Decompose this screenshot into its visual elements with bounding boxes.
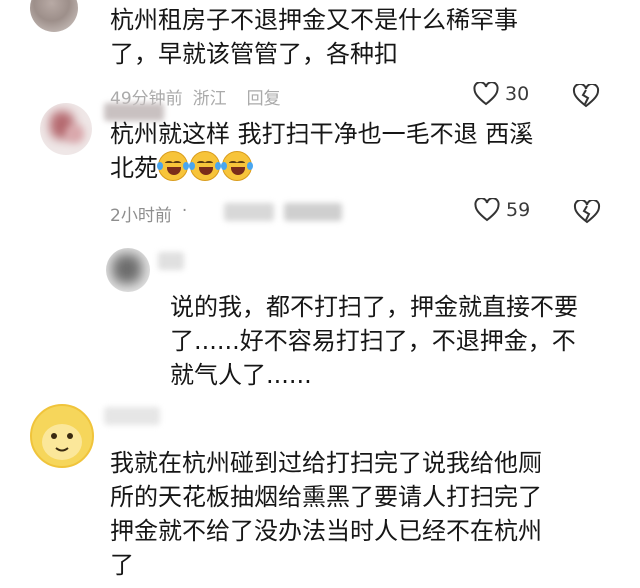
comment-text: 我就在杭州碰到过给打扫完了说我给他厕 所的天花板抽烟给熏黑了要请人打扫完了 押金… (110, 446, 610, 582)
comment-line: 我就在杭州碰到过给打扫完了说我给他厕 (110, 449, 542, 477)
reply-button[interactable]: 回复 (247, 84, 281, 109)
like-button[interactable]: 59 (474, 198, 530, 222)
timestamp: 2小时前 (110, 206, 172, 226)
dislike-button[interactable] (573, 198, 601, 228)
like-count: 30 (505, 83, 530, 105)
comment-line: 杭州租房子不退押金又不是什么稀罕事 (110, 6, 518, 34)
comment-text: 说的我，都不打扫了，押金就直接不要 了......好不容易打扫了，不退押金，不 … (170, 290, 620, 392)
dislike-button[interactable] (572, 82, 600, 112)
location-blurred (224, 203, 274, 221)
comment-line: 了 (110, 551, 134, 579)
avatar[interactable] (30, 0, 78, 32)
comment-line: 了，早就该管管了，各种扣 (110, 40, 398, 68)
comment-line: 了......好不容易打扫了，不退押金，不 (170, 327, 576, 355)
comment-line: 说的我，都不打扫了，押金就直接不要 (170, 293, 578, 321)
broken-heart-outline-icon (572, 82, 600, 108)
like-count: 59 (506, 199, 531, 221)
avatar[interactable] (40, 103, 92, 155)
like-button[interactable]: 30 (473, 82, 529, 106)
comment-text: 杭州就这样 我打扫干净也一毛不退 西溪 北苑 (110, 117, 610, 185)
avatar[interactable] (30, 404, 94, 468)
comment-line: 杭州就这样 我打扫干净也一毛不退 西溪 (110, 120, 534, 148)
laughing-tears-emoji (221, 151, 253, 181)
comment-line: 所的天花板抽烟给熏黑了要请人打扫完了 (110, 483, 542, 511)
broken-heart-outline-icon (573, 198, 601, 224)
comment-line: 就气人了...... (170, 361, 312, 389)
heart-outline-icon (474, 198, 500, 222)
comment-line-text: 北苑 (110, 154, 158, 182)
comment-line: 北苑 (110, 151, 610, 185)
reply-blurred (284, 203, 342, 221)
laughing-tears-emoji (189, 151, 221, 181)
avatar[interactable] (106, 248, 150, 292)
username-blurred (158, 252, 184, 270)
laughing-tears-emoji (157, 151, 189, 181)
cartoon-face-avatar-icon (42, 424, 82, 460)
comment-line: 押金就不给了没办法当时人已经不在杭州 (110, 517, 542, 545)
comment-meta: 2小时前 · (110, 201, 187, 226)
heart-outline-icon (473, 82, 499, 106)
location: 浙江 (192, 89, 227, 109)
username-blurred (104, 407, 160, 425)
comment-text: 杭州租房子不退押金又不是什么稀罕事 了，早就该管管了，各种扣 (110, 3, 610, 71)
separator-dot: · (181, 201, 188, 221)
